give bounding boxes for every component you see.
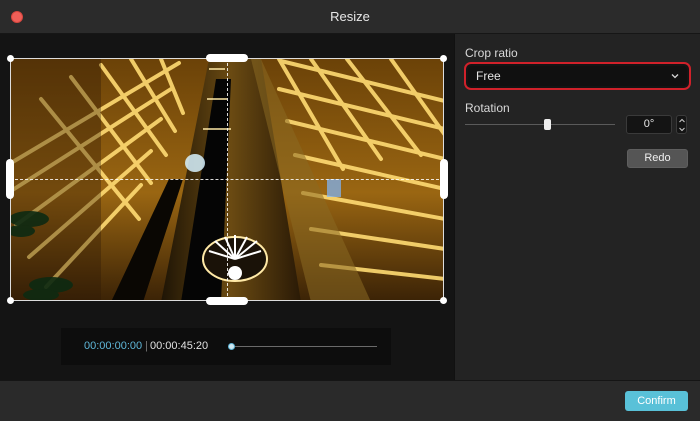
rotation-slider-thumb[interactable] [544,119,551,130]
timecode-current: 00:00:00:00 [84,340,143,352]
crop-handle-top[interactable] [206,54,248,62]
crop-ratio-field[interactable]: Free [468,66,687,86]
crop-handle-top-left[interactable] [7,55,14,62]
crop-ratio-value: Free [476,69,501,83]
crop-ratio-select[interactable]: Free [464,62,691,90]
crop-handle-right[interactable] [440,159,448,199]
title-bar: Resize [0,0,700,34]
rotation-input[interactable]: 0° [626,115,672,134]
crop-guide-horizontal [10,179,444,180]
crop-handle-top-right[interactable] [440,55,447,62]
footer-bar: Confirm [0,380,700,421]
crop-frame[interactable] [6,54,448,305]
timeline-track[interactable] [228,343,377,350]
chevron-down-icon[interactable] [679,126,685,132]
redo-button[interactable]: Redo [627,149,688,168]
timecode-separator: | [145,340,148,352]
rotation-stepper[interactable] [676,115,687,134]
crop-handle-bottom-left[interactable] [7,297,14,304]
playhead-thumb[interactable] [228,343,235,350]
timeline-bar: 00:00:00:00 | 00:00:45:20 [61,328,391,365]
crop-handle-left[interactable] [6,159,14,199]
crop-ratio-label: Crop ratio [465,46,518,60]
crop-handle-bottom-right[interactable] [440,297,447,304]
preview-pane: 00:00:00:00 | 00:00:45:20 [0,34,454,380]
confirm-button[interactable]: Confirm [625,391,688,411]
chevron-down-icon [671,74,679,79]
crop-handle-bottom[interactable] [206,297,248,305]
rotation-slider[interactable] [465,119,615,130]
settings-panel: Crop ratio Free Rotation 0° Redo [454,34,700,380]
chevron-up-icon[interactable] [679,118,685,124]
window-title: Resize [330,9,370,24]
timecode-total: 00:00:45:20 [150,340,209,352]
rotation-label: Rotation [465,101,510,115]
